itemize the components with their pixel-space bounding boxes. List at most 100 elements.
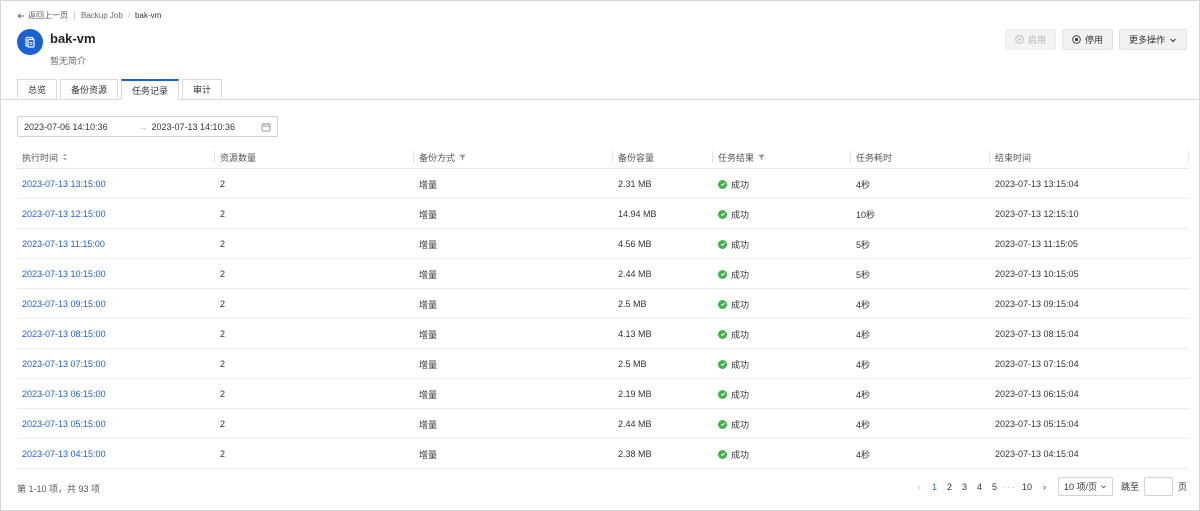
- column-header-end-time: 结束时间: [989, 145, 1189, 169]
- tab-backup-resources[interactable]: 备份资源: [60, 79, 119, 99]
- calendar-icon[interactable]: [261, 122, 271, 132]
- breadcrumb-parent[interactable]: Backup Job: [81, 11, 123, 20]
- date-range-picker[interactable]: 2023-07-06 14:10:36 → 2023-07-13 14:10:3…: [17, 116, 278, 137]
- column-divider: [712, 151, 713, 163]
- page-button[interactable]: 2: [942, 482, 957, 492]
- backup-method: 增量: [419, 389, 438, 400]
- page-size-value: 10 项/页: [1063, 482, 1097, 492]
- jump-page-input[interactable]: [1143, 477, 1173, 496]
- start-time-link[interactable]: 2023-07-13 05:15:00: [22, 409, 106, 439]
- start-time-link[interactable]: 2023-07-13 09:15:00: [22, 289, 106, 319]
- page-size-select[interactable]: 10 项/页: [1057, 477, 1113, 496]
- tab-bar: 总览 备份资源 任务记录 审计: [17, 79, 225, 100]
- page-button[interactable]: 1: [927, 482, 942, 492]
- backup-job-icon: [17, 29, 43, 55]
- check-circle-icon: [718, 239, 727, 249]
- disable-button[interactable]: 停用: [1061, 29, 1113, 50]
- enable-button[interactable]: 启用: [1004, 29, 1056, 50]
- backup-method: 增量: [419, 239, 438, 250]
- check-circle-icon: [718, 209, 727, 219]
- page-button[interactable]: 3: [957, 482, 972, 492]
- backup-method: 增量: [419, 449, 438, 460]
- backup-size: 14.94 MB: [618, 209, 657, 219]
- task-result-label: 成功: [731, 179, 750, 190]
- task-result-label: 成功: [731, 389, 750, 400]
- start-time-link[interactable]: 2023-07-13 13:15:00: [22, 169, 106, 199]
- start-time-link[interactable]: 2023-07-13 12:15:00: [22, 199, 106, 229]
- task-result-label: 成功: [731, 449, 750, 460]
- task-result-label: 成功: [731, 209, 750, 220]
- task-duration: 5秒: [856, 239, 871, 250]
- column-header-start-time[interactable]: 执行时间: [22, 145, 68, 169]
- page-title: bak-vm: [50, 31, 96, 46]
- filter-icon[interactable]: [758, 154, 765, 161]
- tab-overview[interactable]: 总览: [17, 79, 58, 99]
- check-circle-icon: [718, 389, 727, 399]
- backup-method: 增量: [419, 329, 438, 340]
- task-duration: 4秒: [856, 449, 871, 460]
- backup-size: 2.5 MB: [618, 299, 647, 309]
- task-result-label: 成功: [731, 269, 750, 280]
- pagination-summary: 第 1-10 项，共 93 项: [17, 484, 101, 494]
- page-button[interactable]: 5: [987, 482, 1002, 492]
- task-result: 成功: [718, 199, 749, 229]
- column-label: 结束时间: [995, 152, 1032, 163]
- backup-size: 4.56 MB: [618, 239, 652, 249]
- start-time-link[interactable]: 2023-07-13 08:15:00: [22, 319, 106, 349]
- start-time-link[interactable]: 2023-07-13 07:15:00: [22, 349, 106, 379]
- end-time: 2023-07-13 10:15:05: [995, 269, 1079, 279]
- filter-icon[interactable]: [459, 154, 466, 161]
- task-result: 成功: [718, 289, 749, 319]
- end-time: 2023-07-13 05:15:04: [995, 419, 1079, 429]
- more-actions-button[interactable]: 更多操作: [1118, 29, 1187, 50]
- page-button[interactable]: 4: [972, 482, 987, 492]
- more-pages-ellipsis[interactable]: ···: [1002, 482, 1017, 492]
- tab-audit[interactable]: 审计: [182, 79, 223, 99]
- task-result-label: 成功: [731, 329, 750, 340]
- table-row: 2023-07-13 09:15:00 2 增量 2.5 MB 成功 4秒 20…: [17, 289, 1189, 319]
- start-time-link[interactable]: 2023-07-13 11:15:00: [22, 229, 105, 259]
- backup-size: 2.44 MB: [618, 419, 652, 429]
- backup-method: 增量: [419, 179, 438, 190]
- prev-page-button[interactable]: ‹: [912, 482, 927, 492]
- start-time-link[interactable]: 2023-07-13 10:15:00: [22, 259, 106, 289]
- check-circle-icon: [718, 359, 727, 369]
- check-circle-icon: [718, 419, 727, 429]
- column-header-task-result[interactable]: 任务结果: [712, 145, 765, 169]
- end-time: 2023-07-13 12:15:10: [995, 209, 1079, 219]
- date-range-start[interactable]: 2023-07-06 14:10:36: [24, 122, 134, 132]
- start-time-link[interactable]: 2023-07-13 06:15:00: [22, 379, 106, 409]
- resource-count: 2: [220, 389, 226, 399]
- check-circle-icon: [718, 269, 727, 279]
- back-label: 返回上一页: [28, 11, 68, 20]
- column-label: 资源数量: [220, 152, 257, 163]
- end-time: 2023-07-13 11:15:05: [995, 239, 1078, 249]
- end-time: 2023-07-13 07:15:04: [995, 359, 1079, 369]
- tab-task-records[interactable]: 任务记录: [121, 79, 180, 100]
- next-page-button[interactable]: ›: [1037, 482, 1052, 492]
- page-button[interactable]: 10: [1017, 482, 1037, 492]
- task-duration: 4秒: [856, 359, 871, 370]
- backup-method: 增量: [419, 269, 438, 280]
- column-divider: [612, 151, 613, 163]
- task-result: 成功: [718, 319, 749, 349]
- task-result-label: 成功: [731, 419, 750, 430]
- resource-count: 2: [220, 329, 226, 339]
- column-divider: [850, 151, 851, 163]
- end-time: 2023-07-13 06:15:04: [995, 389, 1079, 399]
- back-link[interactable]: 返回上一页: [17, 10, 68, 21]
- page-unit-label: 页: [1177, 482, 1187, 492]
- disable-label: 停用: [1084, 35, 1103, 45]
- jump-label: 跳至: [1120, 482, 1139, 492]
- column-divider: [989, 151, 990, 163]
- sort-icon[interactable]: [62, 153, 68, 161]
- column-header-backup-method[interactable]: 备份方式: [413, 145, 466, 169]
- backup-method: 增量: [419, 419, 438, 430]
- start-time-link[interactable]: 2023-07-13 04:15:00: [22, 439, 106, 469]
- action-bar: 启用 停用 更多操作: [1004, 29, 1187, 50]
- check-circle-icon: [718, 299, 727, 309]
- task-records-table: 执行时间 资源数量 备份方式 备份容量 任务结果 任务耗时 结束时间 2023-…: [17, 145, 1189, 469]
- task-result-label: 成功: [731, 299, 750, 310]
- date-range-end[interactable]: 2023-07-13 14:10:36: [151, 122, 261, 132]
- end-time: 2023-07-13 08:15:04: [995, 329, 1079, 339]
